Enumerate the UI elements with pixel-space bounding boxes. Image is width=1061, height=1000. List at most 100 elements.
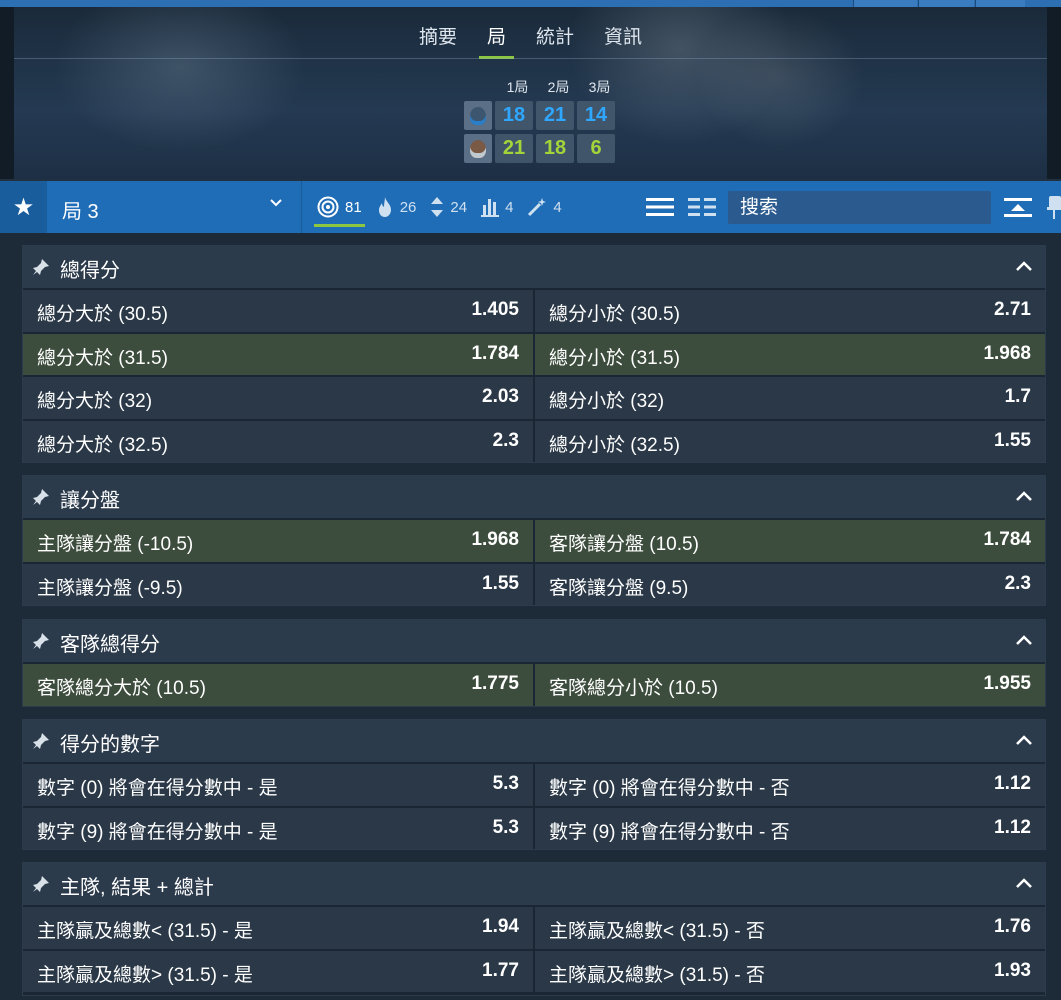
market-section-header[interactable]: 得分的數字 [23,720,1045,762]
pin-icon[interactable] [32,732,50,750]
avatar [464,101,492,130]
away-player-score-row: 21 18 6 [464,134,615,163]
pin-icon[interactable] [32,258,50,276]
market-section: 主隊, 結果 + 總計 主隊贏及總數< (31.5) - 是 1.94 主隊贏及總… [22,862,1046,996]
odds-button[interactable]: 客隊總分大於 (10.5) 1.775 [23,664,533,706]
outcome-name: 數字 (9) 將會在得分數中 - 是 [37,821,278,843]
tab-info[interactable]: 資訊 [602,25,644,61]
odds-button[interactable]: 數字 (0) 將會在得分數中 - 是 5.3 [23,764,533,806]
outcome-name: 客隊讓分盤 (9.5) [549,577,689,599]
odds-button[interactable]: 主隊贏及總數> (31.5) - 是 1.77 [23,950,533,992]
odds-button[interactable]: 總分大於 (32.5) 2.3 [23,420,533,462]
filter-count: 26 [399,198,417,216]
outcome-name: 客隊總分大於 (10.5) [37,678,206,699]
odds-button[interactable]: 總分小於 (30.5) 2.71 [535,290,1045,332]
odds-value: 1.94 [482,916,519,937]
odds-button[interactable]: 數字 (0) 將會在得分數中 - 否 1.12 [535,764,1045,806]
odds-value: 2.03 [482,386,519,407]
pin-icon[interactable] [32,488,50,506]
chevron-up-icon[interactable] [1015,733,1033,747]
chevron-down-icon [270,199,282,207]
odds-value: 1.76 [994,916,1031,937]
odds-button[interactable]: 總分小於 (32.5) 1.55 [535,420,1045,462]
period-dropdown[interactable]: 局 3 [47,181,302,233]
score-cell: 6 [577,134,615,163]
market-section-header[interactable]: 客隊總得分 [23,620,1045,662]
filter-specials[interactable]: 4 [527,181,562,233]
tab-games[interactable]: 局 [478,25,515,61]
odds-button[interactable]: 總分小於 (32) 1.7 [535,377,1045,419]
flame-icon [378,197,391,217]
chevron-up-icon[interactable] [1015,876,1033,890]
outcome-name: 總分大於 (32) [37,391,153,412]
market-section-header[interactable]: 讓分盤 [23,476,1045,518]
favorite-star-icon[interactable]: ★ [0,181,47,233]
chevron-up-icon[interactable] [1015,489,1033,503]
market-title: 讓分盤 [60,490,120,512]
filter-stats[interactable]: 4 [481,181,513,233]
market-section-header[interactable]: 總得分 [23,246,1045,288]
collapse-all-icon[interactable] [1002,195,1034,221]
odds-value: 1.7 [1004,386,1031,407]
outcome-name: 總分大於 (32.5) [37,434,168,456]
top-strip-button[interactable] [918,0,974,7]
outcome-name: 總分小於 (32.5) [549,434,680,456]
chevron-up-icon[interactable] [1015,259,1033,273]
odds-button[interactable]: 總分大於 (31.5) 1.784 [23,333,533,375]
odds-button[interactable]: 數字 (9) 將會在得分數中 - 否 1.12 [535,807,1045,849]
odds-value: 2.71 [994,299,1031,320]
chevron-up-icon[interactable] [1015,633,1033,647]
tab-stats[interactable]: 統計 [534,25,576,61]
odds-button[interactable]: 主隊贏及總數< (31.5) - 是 1.94 [23,907,533,949]
top-strip-button[interactable] [853,0,917,7]
filter-count: 81 [345,198,362,216]
filter-over-under[interactable]: 24 [430,181,467,233]
market-title: 得分的數字 [60,734,160,756]
odds-value: 2.3 [492,429,519,451]
market-title: 客隊總得分 [60,634,160,656]
filter-popular[interactable]: 26 [376,181,417,233]
period-dropdown-label: 局 3 [62,201,99,223]
odds-value: 1.775 [471,673,519,694]
tab-summary[interactable]: 摘要 [417,25,459,61]
odds-button[interactable]: 主隊讓分盤 (-10.5) 1.968 [23,520,533,562]
market-section: 客隊總得分 客隊總分大於 (10.5) 1.775 客隊總分小於 (10.5) 1.… [22,619,1046,707]
filter-all-markets[interactable]: 81 [314,181,365,233]
odds-value: 1.55 [482,572,519,594]
odds-button[interactable]: 客隊讓分盤 (10.5) 1.784 [535,520,1045,562]
outcome-name: 主隊贏及總數> (31.5) - 是 [37,964,253,986]
outcome-name: 數字 (0) 將會在得分數中 - 是 [37,778,278,799]
odds-button[interactable]: 客隊總分小於 (10.5) 1.955 [535,664,1045,706]
odds-button[interactable]: 數字 (9) 將會在得分數中 - 是 5.3 [23,807,533,849]
odds-value: 1.784 [471,342,519,364]
market-title: 主隊, 結果 + 總計 [60,877,214,899]
outcome-name: 總分大於 (31.5) [37,347,168,369]
grid-view-icon[interactable] [687,194,717,220]
match-tabs: 摘要 局 統計 資訊 [0,25,1061,61]
pin-icon[interactable] [1046,193,1061,221]
bar-stats-icon [481,199,500,217]
filter-count: 24 [450,198,468,216]
odds-button[interactable]: 主隊贏及總數> (31.5) - 否 1.93 [535,950,1045,992]
odds-button[interactable]: 總分大於 (30.5) 1.405 [23,290,533,332]
pin-icon[interactable] [32,875,50,893]
top-strip-button[interactable] [975,0,1025,7]
pin-icon[interactable] [32,632,50,650]
outcome-name: 主隊贏及總數< (31.5) - 是 [37,921,253,942]
up-down-arrows-icon [431,197,444,217]
odds-value: 1.968 [983,342,1031,364]
list-view-icon[interactable] [645,194,675,220]
score-cell: 14 [577,101,615,130]
odds-button[interactable]: 總分大於 (32) 2.03 [23,377,533,419]
search-input[interactable] [728,191,991,224]
market-section-header[interactable]: 主隊, 結果 + 總計 [23,863,1045,905]
outcome-name: 客隊總分小於 (10.5) [549,678,718,699]
filter-count: 4 [553,198,562,216]
odds-button[interactable]: 主隊贏及總數< (31.5) - 否 1.76 [535,907,1045,949]
score-cell: 21 [536,101,574,130]
odds-value: 1.12 [994,773,1031,794]
odds-value: 5.3 [492,816,519,838]
odds-button[interactable]: 客隊讓分盤 (9.5) 2.3 [535,563,1045,605]
odds-button[interactable]: 主隊讓分盤 (-9.5) 1.55 [23,563,533,605]
odds-button[interactable]: 總分小於 (31.5) 1.968 [535,333,1045,375]
